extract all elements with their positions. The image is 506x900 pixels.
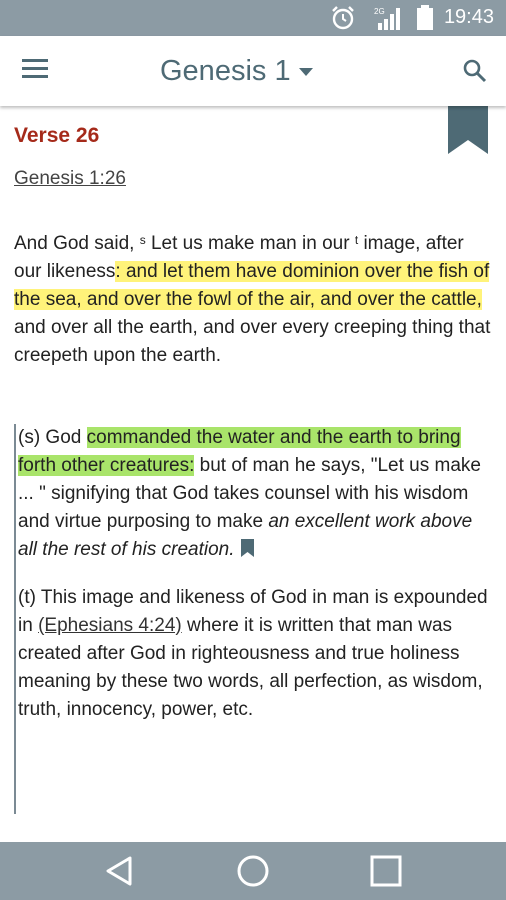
network-label: 2G xyxy=(374,7,385,16)
verse-reference-link[interactable]: Genesis 1:26 xyxy=(14,168,126,190)
back-icon[interactable] xyxy=(102,854,136,888)
verse-text-part: And God said, xyxy=(14,233,135,254)
cross-reference-link[interactable]: (Ephesians 4:24) xyxy=(38,615,182,636)
page-title: Genesis 1 xyxy=(160,54,291,87)
clock: 19:43 xyxy=(443,6,494,28)
bookmark-icon[interactable] xyxy=(448,106,488,154)
system-nav-bar xyxy=(0,842,506,900)
verse-text-part: Let us make man in our xyxy=(150,233,350,254)
footnotes-panel: (s) God commanded the water and the eart… xyxy=(14,424,496,814)
menu-icon[interactable] xyxy=(22,59,48,81)
alarm-icon xyxy=(332,6,354,30)
status-bar: 2G 19:43 xyxy=(0,0,506,36)
footnote-prefix: (s) God xyxy=(18,427,82,448)
recents-icon[interactable] xyxy=(370,855,402,887)
bookmark-icon[interactable] xyxy=(240,539,254,557)
verse-text: And God said, s Let us make man in our t… xyxy=(14,230,494,370)
battery-icon xyxy=(417,5,433,30)
signal-icon: 2G xyxy=(374,7,400,30)
footnote-t: (t) This image and likeness of God in ma… xyxy=(18,584,496,724)
home-icon[interactable] xyxy=(236,854,270,888)
footnote-marker-t[interactable]: t xyxy=(355,233,358,247)
book-chapter-selector[interactable]: Genesis 1 xyxy=(160,50,313,92)
verse-heading: Verse 26 xyxy=(14,124,100,147)
caret-down-icon xyxy=(298,68,313,76)
verse-text-part: and over all the earth, and over every c… xyxy=(14,317,491,366)
search-icon[interactable] xyxy=(462,58,488,84)
footnote-marker-s[interactable]: s xyxy=(140,233,146,247)
app-bar: Genesis 1 xyxy=(0,36,506,106)
reader-content: Verse 26 Genesis 1:26 And God said, s Le… xyxy=(0,106,506,842)
footnote-s: (s) God commanded the water and the eart… xyxy=(18,424,496,564)
